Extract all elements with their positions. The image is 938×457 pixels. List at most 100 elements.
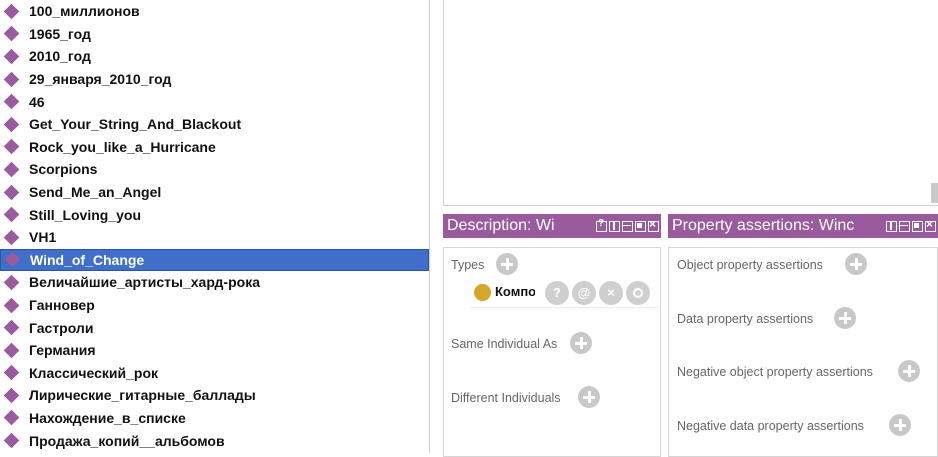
diamond-icon (3, 26, 20, 42)
diamond-icon (3, 48, 20, 65)
maximize-icon[interactable] (912, 220, 923, 232)
individual-list-item[interactable]: Нахождение_в_списке (0, 407, 429, 430)
help-icon[interactable] (596, 218, 607, 232)
split-horizontal-icon[interactable] (899, 220, 910, 232)
maximize-icon[interactable] (635, 220, 646, 232)
individual-label: Продажа_копий__альбомов (29, 432, 225, 449)
diamond-icon (3, 410, 20, 426)
individual-label: Ганновер (29, 297, 95, 314)
individual-list-item[interactable]: 2010_год (0, 45, 429, 68)
individual-list-item[interactable]: Get_Your_String_And_Blackout (0, 113, 429, 136)
close-icon[interactable] (648, 217, 659, 232)
edit-circle-button[interactable] (626, 281, 650, 305)
individual-label: VH1 (29, 229, 57, 246)
individual-list-item[interactable]: Классический_рок (0, 362, 429, 385)
diamond-icon (3, 184, 20, 200)
individual-list-item[interactable]: Продажа_копий__альбомов (0, 429, 429, 452)
description-panel-body (443, 247, 661, 457)
add-negative-data-property-button[interactable] (889, 414, 911, 436)
diamond-icon (3, 93, 20, 110)
individual-label: Германия (29, 342, 96, 359)
annotate-button[interactable]: @ (572, 281, 596, 305)
individuals-panel: 100_миллионов 1965_год 2010_год 29_января_2… (0, 0, 430, 453)
property-panel-header: Property assertions: Winc (668, 214, 938, 238)
close-icon[interactable] (925, 217, 936, 232)
negative-data-property-label: Negative data property assertions (677, 419, 864, 433)
diamond-icon (3, 139, 20, 155)
individual-list-item[interactable]: VH1 (0, 226, 429, 249)
individual-label: 29_января_2010_год (29, 71, 172, 88)
diamond-icon (3, 229, 20, 246)
diamond-icon (3, 342, 20, 358)
diamond-icon (3, 116, 20, 133)
data-property-label: Data property assertions (677, 312, 814, 326)
individual-list-item[interactable]: Лирические_гитарные_баллады (0, 384, 429, 407)
individual-list-item[interactable]: Still_Loving_you (0, 203, 429, 226)
type-divider (470, 307, 660, 308)
individual-list-item[interactable]: 100_миллионов (0, 0, 429, 23)
individual-list-item[interactable]: Rock_you_like_a_Hurricane (0, 136, 429, 159)
different-individuals-label: Different Individuals (451, 391, 561, 405)
add-negative-object-property-button[interactable] (898, 360, 920, 382)
diamond-icon (3, 206, 20, 223)
add-same-individual-button[interactable] (570, 332, 592, 354)
individual-label: Классический_рок (29, 364, 159, 381)
negative-object-property-label: Negative object property assertions (677, 365, 873, 379)
individual-list-item[interactable]: Scorpions (0, 158, 429, 181)
individual-list-item[interactable]: 1965_год (0, 23, 429, 46)
diamond-icon (3, 71, 20, 87)
type-value: Композ (495, 284, 535, 299)
split-vertical-icon[interactable] (609, 220, 620, 232)
individual-label: Гастроли (29, 319, 94, 336)
description-panel-header: Description: Wi (443, 214, 661, 238)
object-property-label: Object property assertions (677, 258, 823, 272)
individual-list-item[interactable]: Германия (0, 339, 429, 362)
individual-label: Wind_of_Change (30, 251, 145, 268)
class-circle-icon (474, 284, 491, 301)
diamond-icon (3, 319, 20, 336)
individual-label: Лирические_гитарные_баллады (29, 387, 256, 404)
individual-list-item[interactable]: 46 (0, 90, 429, 113)
add-data-property-button[interactable] (834, 307, 856, 329)
individual-label: Rock_you_like_a_Hurricane (29, 138, 216, 155)
diamond-icon (4, 252, 21, 268)
description-panel-title: Description: Wi (447, 217, 555, 234)
individual-label: Нахождение_в_списке (29, 409, 186, 426)
upper-view-area (443, 0, 938, 206)
individual-list-item[interactable]: Send_Me_an_Angel (0, 181, 429, 204)
individual-list-item[interactable]: Гастроли (0, 316, 429, 339)
individual-list-item[interactable]: Величайшие_артисты_хард-рока (0, 271, 429, 294)
types-label: Types (451, 258, 485, 272)
individual-label: 46 (29, 93, 45, 110)
individual-label: 2010_год (29, 48, 91, 65)
same-individual-label: Same Individual As (451, 337, 558, 351)
diamond-icon (3, 3, 20, 20)
scrollbar-thumb[interactable] (931, 183, 938, 203)
individual-list-item[interactable]: 29_января_2010_год (0, 68, 429, 91)
individual-label: Send_Me_an_Angel (29, 184, 162, 201)
add-different-individual-button[interactable] (578, 386, 600, 408)
diamond-icon (3, 161, 20, 178)
individual-label: Get_Your_String_And_Blackout (29, 116, 242, 133)
split-horizontal-icon[interactable] (622, 220, 633, 232)
individual-label: Scorpions (29, 161, 98, 178)
delete-button[interactable]: × (599, 281, 623, 305)
individual-label: 100_миллионов (29, 3, 140, 20)
split-vertical-icon[interactable] (886, 220, 897, 232)
individual-list-item[interactable]: Ганновер (0, 294, 429, 317)
diamond-icon (3, 432, 20, 449)
diamond-icon (3, 387, 20, 404)
help-button[interactable]: ? (545, 281, 569, 305)
individuals-list: 100_миллионов 1965_год 2010_год 29_января_2… (0, 0, 429, 452)
property-panel-title: Property assertions: Winc (672, 217, 855, 234)
individual-list-item[interactable]: Wind_of_Change (0, 248, 429, 272)
diamond-icon (3, 365, 20, 381)
individual-label: 1965_год (29, 25, 91, 42)
individual-label: Величайшие_артисты_хард-рока (29, 274, 260, 291)
diamond-icon (3, 297, 20, 313)
type-entry: Композ ? @ × (474, 281, 660, 307)
add-object-property-button[interactable] (845, 253, 867, 275)
individual-label: Still_Loving_you (29, 206, 142, 223)
diamond-icon (3, 274, 20, 291)
add-type-button[interactable] (496, 253, 518, 275)
